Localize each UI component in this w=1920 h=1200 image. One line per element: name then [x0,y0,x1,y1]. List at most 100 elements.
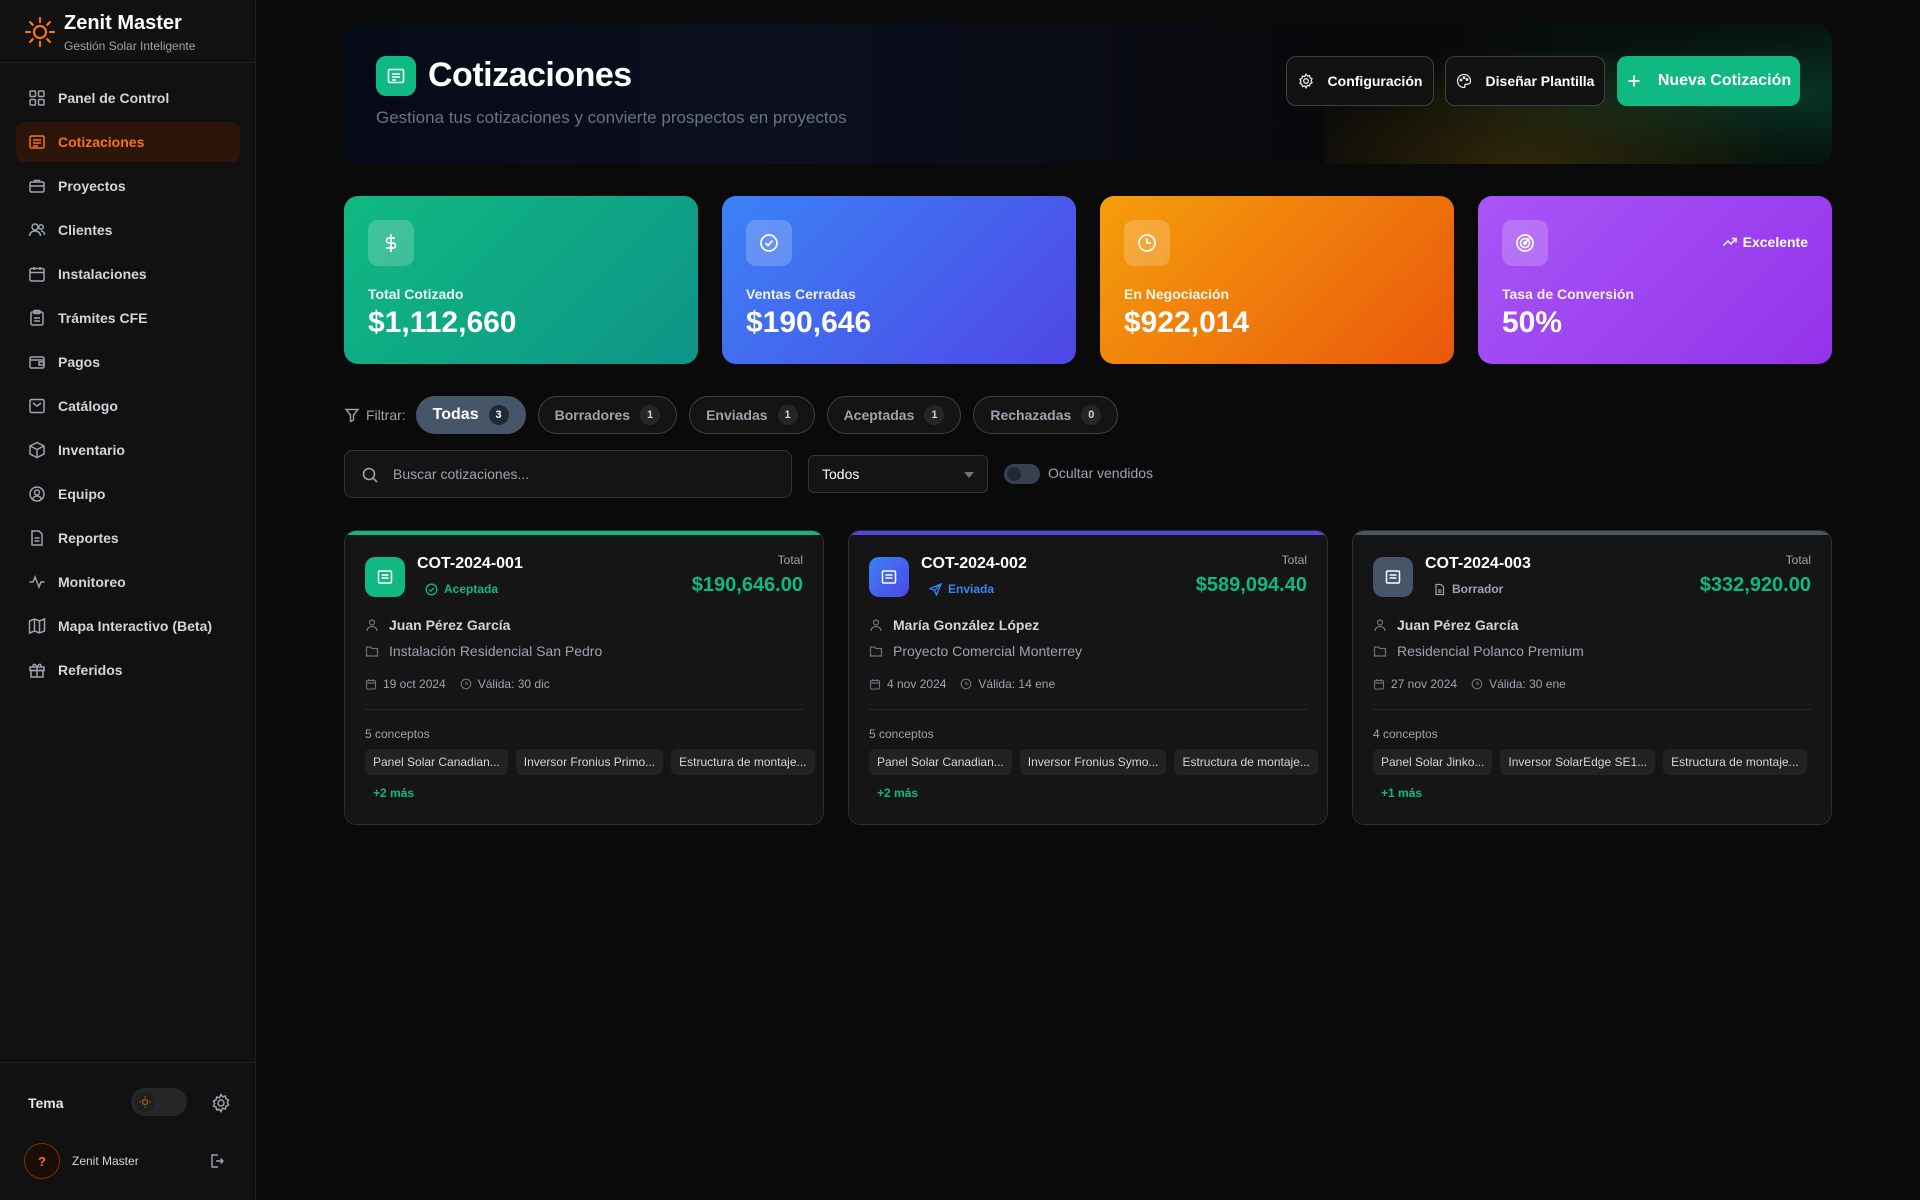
dollar-icon [368,220,414,266]
sidebar-item-reportes[interactable]: Reportes [16,518,240,558]
hide-sold-label: Ocultar vendidos [1048,465,1154,481]
stat-value: 50% [1502,306,1563,339]
more-concepts: +2 más [373,786,415,800]
sidebar-item-equipo[interactable]: Equipo [16,474,240,514]
total-label: Total [1281,553,1307,567]
catalog-icon [29,398,45,414]
concept-tag: Inversor Fronius Primo... [515,749,664,775]
search-input[interactable] [393,451,773,497]
user-icon [366,619,378,632]
stat-card-negotiation: En Negociación $922,014 [1100,196,1454,364]
concept-tags: Panel Solar Canadian... Inversor Fronius… [365,749,823,775]
valid-until: Válida: 30 ene [1489,677,1566,691]
sidebar-item-mapa-interactivo[interactable]: Mapa Interactivo (Beta) [16,606,240,646]
concept-tags: Panel Solar Jinko... Inversor SolarEdge … [1373,749,1815,775]
page-title: Cotizaciones [428,56,632,94]
page-header: Cotizaciones Gestiona tus cotizaciones y… [344,24,1832,164]
quote-card[interactable]: COT-2024-001 Aceptada Total $190,646.00 … [344,530,824,825]
map-icon [28,617,46,635]
sidebar-item-pagos[interactable]: Pagos [16,342,240,382]
filter-chip-borradores[interactable]: Borradores 1 [537,396,678,434]
sidebar-item-clientes[interactable]: Clientes [16,210,240,250]
sidebar-item-monitoreo[interactable]: Monitoreo [16,562,240,602]
users-icon [28,223,46,237]
filter-chip-aceptadas[interactable]: Aceptadas 1 [826,396,962,434]
sidebar-item-label: Referidos [58,662,123,678]
chip-label: Aceptadas [843,407,915,423]
logout-icon[interactable] [209,1153,225,1169]
stat-card-closed: Ventas Cerradas $190,646 [722,196,1076,364]
stat-card-conversion: Excelente Tasa de Conversión 50% [1478,196,1832,364]
dates-row: 27 nov 2024 Válida: 30 ene [1373,677,1566,691]
client-row: María González López [869,617,1039,633]
quote-card[interactable]: COT-2024-002 Enviada Total $589,094.40 M… [848,530,1328,825]
sidebar-item-label: Trámites CFE [58,310,148,326]
sidebar-item-cotizaciones[interactable]: Cotizaciones [16,122,240,162]
stat-badge: Excelente [1722,234,1808,250]
project-row: Proyecto Comercial Monterrey [869,643,1082,659]
gift-icon [29,663,45,678]
dates-row: 4 nov 2024 Válida: 14 ene [869,677,1055,691]
new-quote-label: Nueva Cotización [1657,72,1792,89]
new-quote-button[interactable]: Nueva Cotización [1617,56,1800,106]
quote-card[interactable]: COT-2024-003 Borrador Total $332,920.00 … [1352,530,1832,825]
gear-icon[interactable] [211,1093,231,1113]
sidebar-item-panel-de-control[interactable]: Panel de Control [16,78,240,118]
design-template-button[interactable]: Diseñar Plantilla [1445,56,1605,106]
sidebar-item-label: Instalaciones [58,266,147,282]
sidebar-item-tramites-cfe[interactable]: Trámites CFE [16,298,240,338]
dates-row: 19 oct 2024 Válida: 30 dic [365,677,550,691]
chip-label: Enviadas [706,407,768,423]
user-circle-icon [29,486,45,502]
filter-icon [344,408,360,423]
quote-id: COT-2024-001 [417,555,523,572]
valid-until: Válida: 30 dic [477,677,550,691]
sidebar-item-label: Monitoreo [58,574,126,590]
sidebar-footer: Tema ? Zenit Master [0,1062,255,1200]
quote-id: COT-2024-002 [921,555,1027,572]
design-template-label: Diseñar Plantilla [1485,73,1595,89]
sidebar-item-inventario[interactable]: Inventario [16,430,240,470]
divider [1373,709,1811,710]
concept-tag: Panel Solar Canadian... [869,749,1012,775]
select-value: Todos [822,466,860,482]
briefcase-icon [29,179,45,193]
user-icon [1374,619,1386,632]
config-button[interactable]: Configuración [1286,56,1434,106]
filter-label-text: Filtrar: [366,407,406,423]
dashboard-icon [29,90,45,106]
sidebar-item-label: Proyectos [58,178,126,194]
quote-date: 4 nov 2024 [887,677,947,691]
filter-chip-enviadas[interactable]: Enviadas 1 [689,396,815,434]
divider [365,709,803,710]
sidebar-item-catalogo[interactable]: Catálogo [16,386,240,426]
sidebar-item-label: Equipo [58,486,106,502]
filter-chip-rechazadas[interactable]: Rechazadas 0 [973,396,1119,434]
status-select[interactable]: Todos [808,455,988,493]
calendar-icon [365,679,377,690]
user-icon [870,619,882,632]
status-text: Aceptada [444,582,499,596]
wallet-icon [29,356,45,369]
concept-count: 5 conceptos [869,727,934,741]
sidebar-item-instalaciones[interactable]: Instalaciones [16,254,240,294]
clock-icon [961,678,972,690]
concept-tag: Estructura de montaje... [1663,749,1807,775]
project-name: Proyecto Comercial Monterrey [893,643,1083,659]
concept-count: 4 conceptos [1373,727,1438,741]
total-label: Total [1785,553,1811,567]
theme-toggle[interactable] [131,1088,187,1116]
total-value: $589,094.40 [1195,574,1307,596]
avatar[interactable]: ? [24,1143,60,1179]
hide-sold-toggle[interactable] [1004,464,1040,484]
valid-until: Válida: 14 ene [978,677,1056,691]
brand-subtitle: Gestión Solar Inteligente [64,39,196,53]
sidebar-item-proyectos[interactable]: Proyectos [16,166,240,206]
chip-count: 1 [640,405,661,425]
divider [869,709,1307,710]
total-value: $332,920.00 [1699,574,1811,596]
filter-chip-todas[interactable]: Todas 3 [415,396,526,434]
stat-label: Tasa de Conversión [1502,286,1635,302]
activity-icon [29,574,45,590]
sidebar-item-referidos[interactable]: Referidos [16,650,240,690]
